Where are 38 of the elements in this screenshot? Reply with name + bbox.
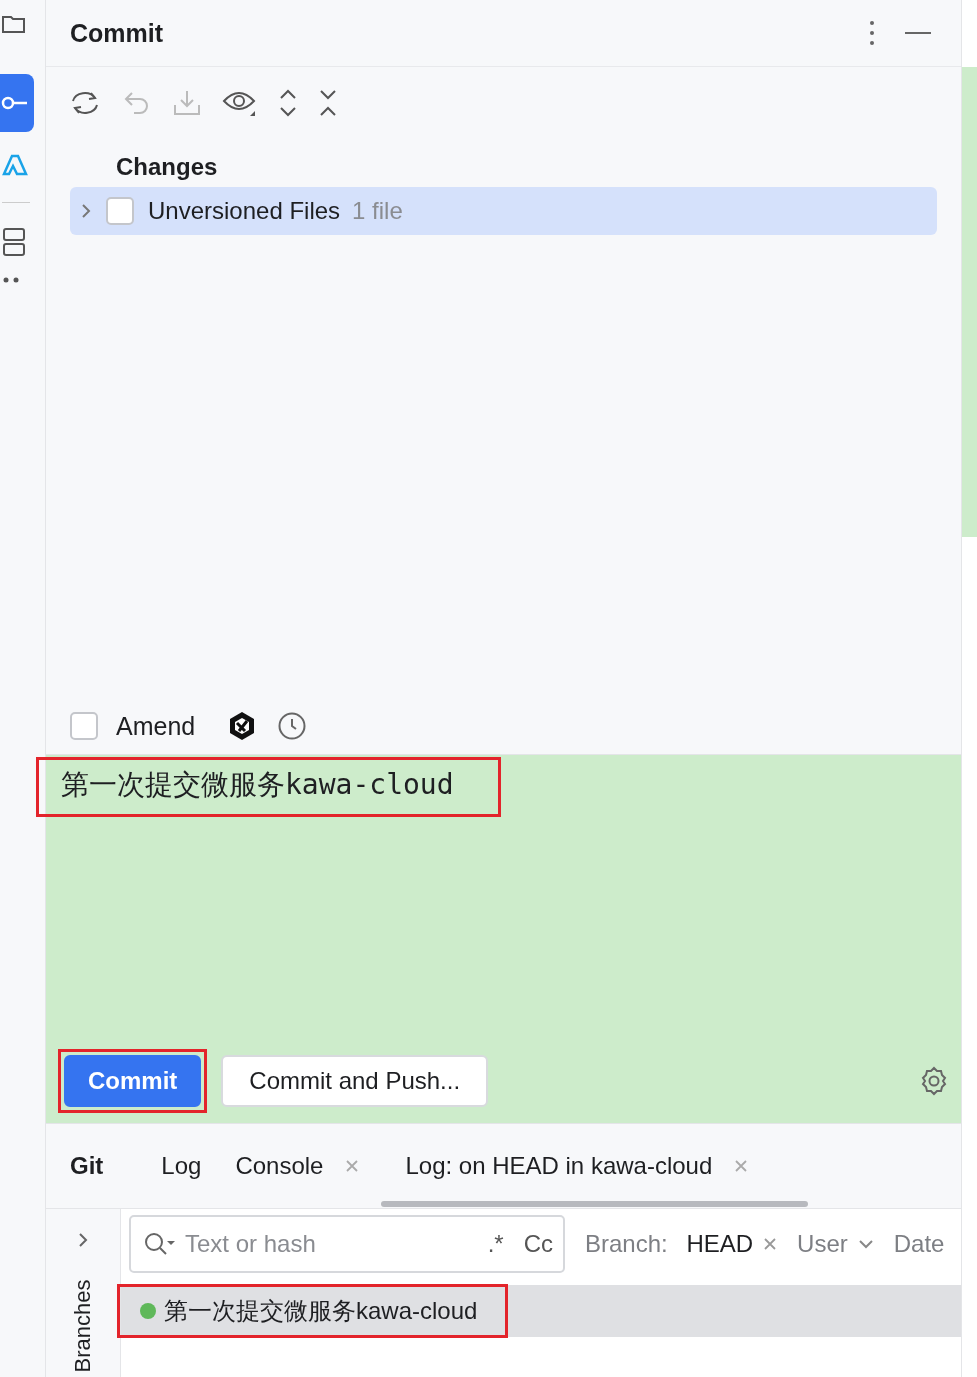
chevron-icon[interactable]: [80, 202, 92, 220]
collapse-icon[interactable]: [318, 88, 338, 118]
commit-and-push-button[interactable]: Commit and Push...: [221, 1055, 489, 1107]
minimize-icon[interactable]: [905, 31, 931, 35]
commit-message: 第一次提交微服务kawa-cloud: [164, 1296, 478, 1326]
commit-tool-button[interactable]: [0, 74, 34, 132]
structure-icon[interactable]: [2, 227, 26, 257]
search-field[interactable]: Text or hash .* Cc: [129, 1215, 565, 1273]
chevron-icon[interactable]: [77, 1231, 89, 1249]
amend-checkbox[interactable]: [70, 712, 98, 740]
branch-filter[interactable]: Branch: HEAD: [585, 1230, 778, 1258]
expand-icon[interactable]: [278, 88, 298, 118]
options-icon[interactable]: [869, 20, 875, 46]
user-filter[interactable]: User: [797, 1230, 874, 1258]
clear-icon[interactable]: [763, 1237, 778, 1251]
group-label: Unversioned Files: [148, 197, 341, 225]
commit-button[interactable]: Commit: [64, 1055, 202, 1107]
branches-label[interactable]: Branches: [70, 1279, 96, 1373]
match-case-toggle[interactable]: Cc: [523, 1230, 553, 1258]
tree-row[interactable]: Unversioned Files 1 file: [70, 187, 937, 235]
panel-title: Commit: [70, 18, 165, 48]
file-count: 1 file: [352, 197, 403, 225]
regex-toggle[interactable]: .*: [487, 1230, 504, 1258]
date-filter[interactable]: Date: [893, 1230, 945, 1258]
clock-icon[interactable]: [277, 711, 308, 741]
commit-message[interactable]: 第一次提交微服务kawa-cloud: [61, 768, 454, 801]
tool-window-title: Git: [70, 1152, 104, 1180]
amend-label: Amend: [116, 711, 196, 741]
caret-icon[interactable]: [857, 1239, 874, 1249]
folder-icon[interactable]: [2, 14, 26, 34]
settings-icon[interactable]: [919, 1066, 949, 1096]
search-icon[interactable]: [143, 1231, 177, 1257]
tab[interactable]: Log: on HEAD in kawa-cloud: [381, 1125, 809, 1207]
changes-heading: Changes: [115, 153, 219, 181]
checkbox[interactable]: [106, 197, 134, 225]
tab[interactable]: Console: [223, 1125, 372, 1207]
cloud-logo-icon[interactable]: [2, 152, 28, 178]
tab[interactable]: Log: [149, 1125, 214, 1207]
